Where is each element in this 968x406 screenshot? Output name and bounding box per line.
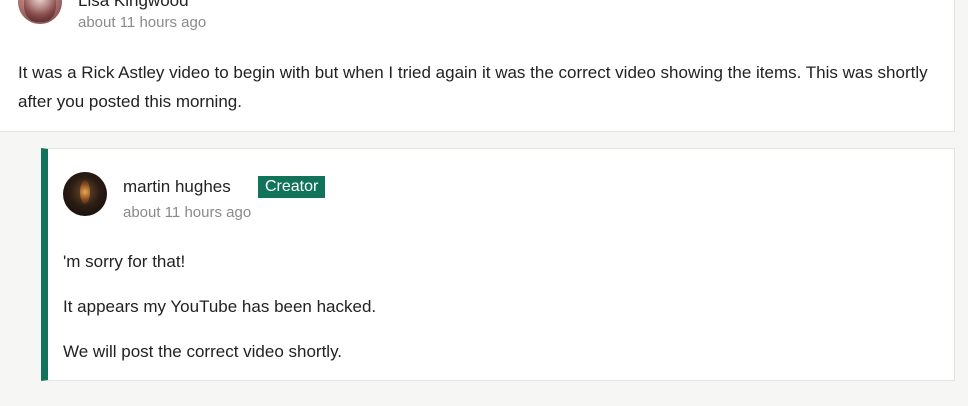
reply-author-name[interactable]: martin hughes: [123, 177, 231, 197]
reply-card: martin hughes Creator about 11 hours ago…: [41, 148, 955, 381]
avatar-image: [80, 180, 90, 204]
comment-card: Lisa Kingwood about 11 hours ago It was …: [0, 0, 955, 132]
comment-body: It was a Rick Astley video to begin with…: [18, 63, 928, 111]
comment-timestamp[interactable]: about 11 hours ago: [78, 14, 206, 31]
reply-timestamp[interactable]: about 11 hours ago: [123, 204, 251, 221]
avatar-image: [24, 0, 56, 22]
avatar[interactable]: [18, 0, 62, 24]
creator-badge: Creator: [258, 176, 326, 198]
reply-paragraph: It appears my YouTube has been hacked.: [63, 297, 377, 316]
reply-paragraph: We will post the correct video shortly.: [63, 342, 343, 361]
avatar[interactable]: [63, 172, 107, 216]
comment-author-name[interactable]: Lisa Kingwood: [78, 0, 189, 11]
comments-thread: Lisa Kingwood about 11 hours ago It was …: [0, 0, 968, 406]
reply-paragraph: 'm sorry for that!: [63, 252, 186, 271]
